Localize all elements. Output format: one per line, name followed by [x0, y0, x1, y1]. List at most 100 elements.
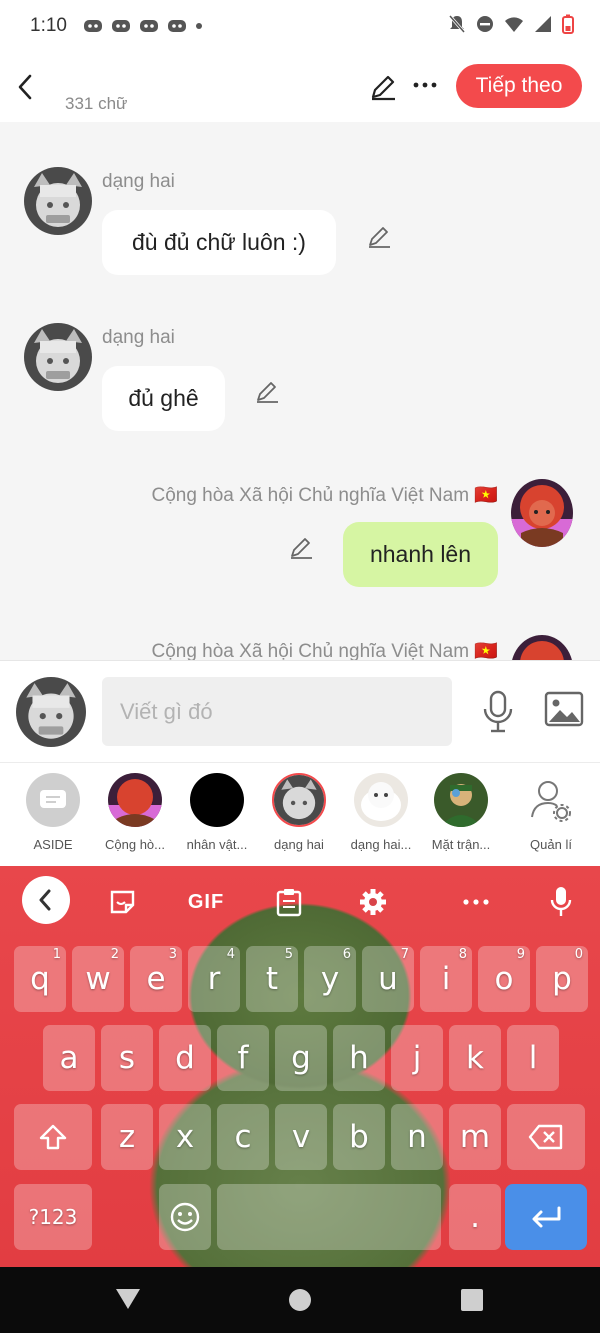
- key-q[interactable]: q1: [14, 946, 66, 1012]
- key-w[interactable]: w2: [72, 946, 124, 1012]
- next-button[interactable]: Tiếp theo: [456, 64, 582, 108]
- key-i[interactable]: i8: [420, 946, 472, 1012]
- edit-pencil-icon[interactable]: [368, 72, 398, 102]
- edit-message-icon[interactable]: [366, 223, 392, 249]
- voice-input-button[interactable]: [548, 880, 574, 924]
- character-mat-tran[interactable]: Mặt trận...: [420, 773, 502, 852]
- image-icon[interactable]: [544, 691, 584, 727]
- key-x[interactable]: x: [159, 1104, 211, 1170]
- backspace-key[interactable]: [507, 1104, 585, 1170]
- discord-notification-icon: [111, 20, 130, 32]
- emoji-key[interactable]: [159, 1184, 211, 1250]
- key-f[interactable]: f: [217, 1025, 269, 1091]
- period-key[interactable]: .: [449, 1184, 501, 1250]
- status-time: 1:10: [30, 15, 67, 36]
- space-key[interactable]: [217, 1184, 441, 1250]
- gif-button[interactable]: GIF: [186, 880, 226, 924]
- more-tools-button[interactable]: [462, 880, 490, 924]
- key-z[interactable]: z: [101, 1104, 153, 1170]
- key-s[interactable]: s: [101, 1025, 153, 1091]
- shift-key[interactable]: [14, 1104, 92, 1170]
- key-char: o: [494, 961, 514, 997]
- key-char: a: [59, 1040, 79, 1076]
- manage-characters[interactable]: Quản lí: [510, 773, 592, 852]
- character-aside[interactable]: ASIDE: [12, 773, 94, 852]
- enter-key[interactable]: [505, 1184, 587, 1250]
- key-d[interactable]: d: [159, 1025, 211, 1091]
- key-char: h: [349, 1040, 369, 1076]
- key-t[interactable]: t5: [246, 946, 298, 1012]
- current-character-avatar[interactable]: [16, 677, 86, 747]
- key-hint: 0: [574, 947, 583, 962]
- message-sender: Cộng hòa Xã hội Chủ nghĩa Việt Nam 🇻🇳: [151, 641, 498, 660]
- character-label: Quản lí: [530, 837, 572, 852]
- key-char: s: [118, 1040, 136, 1076]
- character-strip: ASIDE Cộng hò... nhân vật... dạng hai dạ…: [0, 763, 600, 866]
- key-u[interactable]: u7: [362, 946, 414, 1012]
- sticker-button[interactable]: [106, 880, 140, 924]
- nav-back-icon[interactable]: [114, 1287, 142, 1311]
- character-cong-hoa[interactable]: Cộng hò...: [94, 773, 176, 852]
- key-hint: 3: [168, 947, 177, 962]
- character-dang-hai[interactable]: dạng hai: [258, 773, 340, 852]
- clipboard-button[interactable]: [274, 880, 304, 924]
- key-l[interactable]: l: [507, 1025, 559, 1091]
- key-hint: 2: [110, 947, 119, 962]
- avatar-cong-hoa[interactable]: [511, 479, 573, 547]
- message-sender: dạng hai: [102, 171, 175, 192]
- nav-home-icon[interactable]: [288, 1288, 312, 1312]
- key-y[interactable]: y6: [304, 946, 356, 1012]
- key-p[interactable]: p0: [536, 946, 588, 1012]
- more-options-icon[interactable]: [412, 80, 438, 90]
- character-avatar: [354, 773, 408, 827]
- key-m[interactable]: m: [449, 1104, 501, 1170]
- back-arrow-icon[interactable]: [12, 70, 40, 104]
- key-k[interactable]: k: [449, 1025, 501, 1091]
- key-c[interactable]: c: [217, 1104, 269, 1170]
- status-bar: 1:10: [0, 0, 600, 52]
- key-a[interactable]: a: [43, 1025, 95, 1091]
- avatar-dang-hai[interactable]: [24, 323, 92, 391]
- key-char: p: [552, 961, 572, 997]
- key-o[interactable]: o9: [478, 946, 530, 1012]
- key-v[interactable]: v: [275, 1104, 327, 1170]
- key-char: q: [30, 961, 50, 997]
- word-count: 331 chữ: [65, 94, 128, 113]
- message-input[interactable]: Viết gì đó: [102, 677, 452, 746]
- gif-label: GIF: [187, 890, 225, 913]
- character-nhan-vat[interactable]: nhân vật...: [176, 773, 258, 852]
- nav-recents-icon[interactable]: [460, 1288, 484, 1312]
- key-h[interactable]: h: [333, 1025, 385, 1091]
- character-dang-hai-2[interactable]: dạng hai...: [340, 773, 422, 852]
- key-hint: 5: [284, 947, 293, 962]
- clipboard-icon: [276, 889, 302, 917]
- key-char: x: [175, 1119, 195, 1155]
- avatar-dang-hai[interactable]: [24, 167, 92, 235]
- message-bubble[interactable]: đủ ghê: [102, 366, 225, 431]
- key-hint: 8: [458, 947, 467, 962]
- settings-button[interactable]: [358, 880, 388, 924]
- message-bubble[interactable]: đù đủ chữ luôn :): [102, 210, 336, 275]
- key-char: d: [175, 1040, 195, 1076]
- key-b[interactable]: b: [333, 1104, 385, 1170]
- key-n[interactable]: n: [391, 1104, 443, 1170]
- symbols-key[interactable]: ?123: [14, 1184, 92, 1250]
- edit-message-icon[interactable]: [254, 378, 280, 404]
- microphone-icon[interactable]: [480, 689, 516, 735]
- edit-message-icon[interactable]: [288, 534, 314, 560]
- key-r[interactable]: r4: [188, 946, 240, 1012]
- chat-area[interactable]: dạng hai đù đủ chữ luôn :) dạng hai đủ g…: [0, 122, 600, 660]
- message-bubble-self[interactable]: nhanh lên: [343, 522, 498, 587]
- enter-arrow-icon: [532, 1206, 561, 1228]
- keyboard-collapse-button[interactable]: [22, 876, 70, 924]
- gear-icon: [360, 889, 386, 915]
- key-e[interactable]: e3: [130, 946, 182, 1012]
- key-j[interactable]: j: [391, 1025, 443, 1091]
- key-char: t: [265, 961, 279, 997]
- key-char: w: [85, 961, 111, 997]
- key-g[interactable]: g: [275, 1025, 327, 1091]
- avatar-cong-hoa[interactable]: [511, 635, 573, 660]
- system-nav-bar: [0, 1267, 600, 1333]
- key-char: b: [349, 1119, 369, 1155]
- character-label: Cộng hò...: [105, 837, 165, 852]
